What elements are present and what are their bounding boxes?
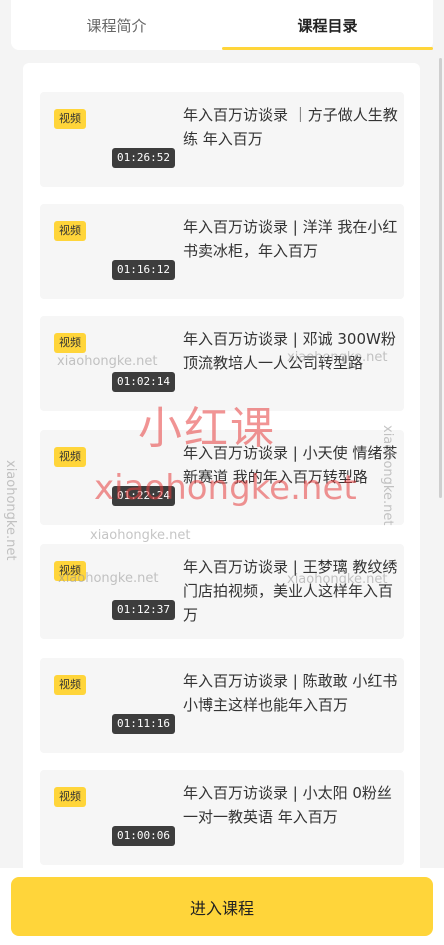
tab-course-intro-label: 课程简介 bbox=[86, 16, 147, 35]
duration-label: 01:16:12 bbox=[112, 260, 175, 280]
course-item-title: 年入百万访谈录 | 小天使 情绪茶新赛道 我的年入百万转型路 bbox=[183, 444, 398, 486]
duration-label: 01:00:06 bbox=[112, 826, 175, 846]
tab-course-catalog-label: 课程目录 bbox=[297, 16, 358, 35]
course-item[interactable]: 视频 01:26:52 年入百万访谈录 ｜方子做人生教练 年入百万 bbox=[40, 92, 404, 187]
video-badge: 视频 bbox=[54, 221, 86, 241]
video-badge: 视频 bbox=[54, 109, 86, 129]
video-badge: 视频 bbox=[54, 447, 86, 467]
watermark-text: xiaohongke.net bbox=[3, 460, 18, 561]
scrollbar[interactable] bbox=[439, 58, 442, 498]
duration-label: 01:12:37 bbox=[112, 600, 175, 620]
course-item[interactable]: 视频 01:11:16 年入百万访谈录 | 陈敢敢 小红书小博主这样也能年入百万 bbox=[40, 658, 404, 753]
course-item-title: 年入百万访谈录 | 洋洋 我在小红书卖冰柜，年入百万 bbox=[183, 218, 398, 260]
course-item[interactable]: 视频 01:16:12 年入百万访谈录 | 洋洋 我在小红书卖冰柜，年入百万 bbox=[40, 204, 404, 299]
course-item-title: 年入百万访谈录 ｜方子做人生教练 年入百万 bbox=[183, 106, 398, 148]
active-tab-indicator bbox=[222, 47, 433, 50]
tab-course-catalog[interactable]: 课程目录 bbox=[222, 0, 433, 50]
video-badge: 视频 bbox=[54, 675, 86, 695]
video-badge: 视频 bbox=[54, 333, 86, 353]
tab-course-intro[interactable]: 课程简介 bbox=[11, 0, 222, 50]
enter-course-button-label: 进入课程 bbox=[189, 898, 254, 918]
course-item[interactable]: 视频 01:00:06 年入百万访谈录 | 小太阳 0粉丝一对一教英语 年入百万 bbox=[40, 770, 404, 865]
tab-bar: 课程简介 课程目录 bbox=[11, 0, 433, 50]
duration-label: 01:26:52 bbox=[112, 148, 175, 168]
video-badge: 视频 bbox=[54, 787, 86, 807]
duration-label: 01:22:24 bbox=[112, 486, 175, 506]
course-item-title: 年入百万访谈录 | 邓诚 300W粉 顶流教培人一人公司转型路 bbox=[183, 330, 396, 372]
course-item[interactable]: 视频 01:22:24 年入百万访谈录 | 小天使 情绪茶新赛道 我的年入百万转… bbox=[40, 430, 404, 525]
course-catalog-panel: 视频 01:26:52 年入百万访谈录 ｜方子做人生教练 年入百万 视频 01:… bbox=[23, 63, 420, 883]
enter-course-button[interactable]: 进入课程 bbox=[11, 877, 433, 936]
course-item-title: 年入百万访谈录 | 小太阳 0粉丝一对一教英语 年入百万 bbox=[183, 784, 392, 826]
video-badge: 视频 bbox=[54, 561, 86, 581]
course-item-title: 年入百万访谈录 | 陈敢敢 小红书小博主这样也能年入百万 bbox=[183, 672, 398, 714]
duration-label: 01:11:16 bbox=[112, 714, 175, 734]
course-item-title: 年入百万访谈录 | 王梦璃 教纹绣门店拍视频，美业人这样年入百万 bbox=[183, 558, 398, 624]
duration-label: 01:02:14 bbox=[112, 372, 175, 392]
course-item[interactable]: 视频 01:02:14 年入百万访谈录 | 邓诚 300W粉 顶流教培人一人公司… bbox=[40, 316, 404, 411]
course-item[interactable]: 视频 01:12:37 年入百万访谈录 | 王梦璃 教纹绣门店拍视频，美业人这样… bbox=[40, 544, 404, 639]
